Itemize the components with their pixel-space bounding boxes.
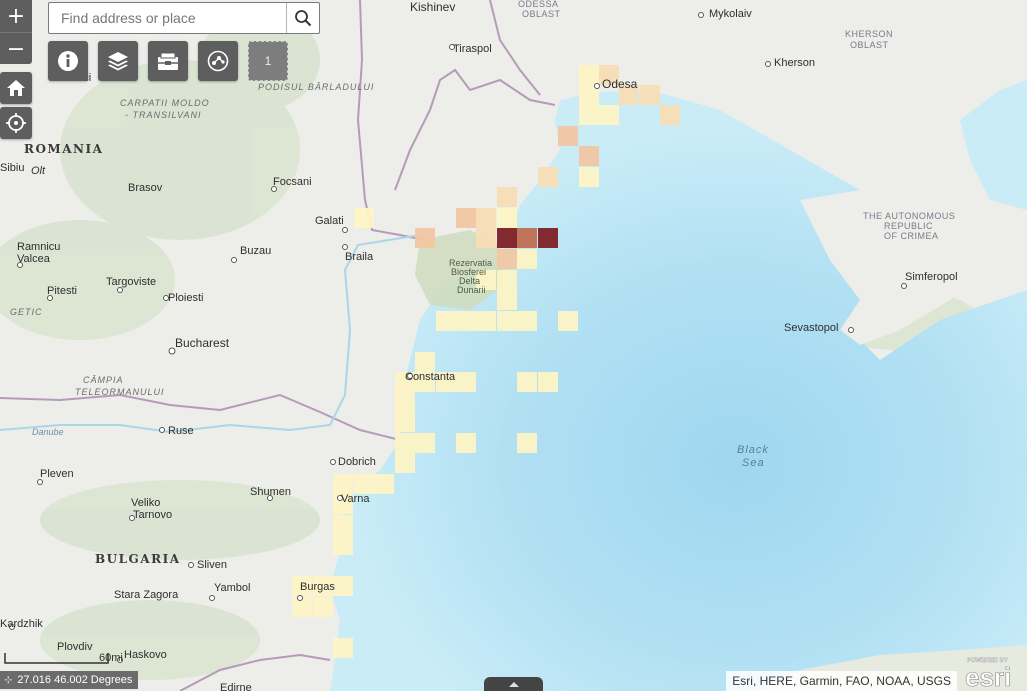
- label-river-danube: Danube: [32, 427, 64, 437]
- label-city: Olt: [31, 165, 46, 177]
- map-canvas[interactable]: ROMANIA BULGARIA CARPATII MOLDO - TRANSI…: [0, 0, 1027, 691]
- label-city: Ramnicu: [17, 241, 60, 253]
- label-city: Galati: [315, 215, 344, 227]
- label-city: Focsani: [273, 176, 312, 188]
- label-country-bulgaria: BULGARIA: [95, 552, 181, 566]
- label-city: Constanta: [405, 371, 456, 383]
- search-icon: [295, 10, 312, 27]
- label-city: Sevastopol: [784, 322, 838, 334]
- label-country-romania: ROMANIA: [24, 142, 103, 156]
- esri-logo[interactable]: POWERED BY esri: [963, 654, 1025, 692]
- label-city: Burgas: [300, 581, 335, 593]
- label-admin: REPUBLIC: [884, 221, 933, 231]
- label-city: Ruse: [168, 425, 194, 437]
- label-city: Pitesti: [47, 285, 77, 297]
- label-admin: OBLAST: [522, 9, 561, 19]
- label-city: Shumen: [250, 486, 291, 498]
- home-button[interactable]: [0, 72, 32, 104]
- label-region: CÂMPIA: [83, 375, 124, 385]
- label-region: PODISUL BÂRLADULUI: [258, 82, 374, 92]
- label-city: Tiraspol: [453, 43, 492, 55]
- label-city: Kherson: [774, 57, 815, 69]
- label-admin: OF CRIMEA: [884, 231, 939, 241]
- label-admin: KHERSON: [845, 29, 893, 39]
- label-admin: THE AUTONOMOUS: [863, 211, 955, 221]
- layers-icon: [108, 52, 128, 71]
- zoom-out-button[interactable]: −: [0, 32, 32, 65]
- label-city: Edirne: [220, 682, 252, 691]
- label-region: GETIC: [10, 307, 43, 317]
- label-city: Veliko: [131, 497, 160, 509]
- label-region: - TRANSILVANI: [125, 110, 202, 120]
- label-city: Sibiu: [0, 162, 24, 174]
- label-admin: OBLAST: [850, 40, 889, 50]
- label-city: Dobrich: [338, 456, 376, 468]
- label-city: Simferopol: [905, 271, 958, 283]
- scale-bar: 60mi: [4, 651, 124, 665]
- crosshair-icon: ⊹: [4, 674, 13, 686]
- search-button[interactable]: [286, 3, 319, 33]
- label-city: Varna: [341, 493, 370, 505]
- search-input[interactable]: [49, 3, 286, 33]
- label-city: Kardzhik: [0, 618, 43, 630]
- panel-toggle-handle[interactable]: [484, 677, 543, 691]
- label-city: Stara Zagora: [114, 589, 179, 601]
- label-region: TELEORMANULUI: [75, 387, 165, 397]
- label-city: Tarnovo: [133, 509, 172, 521]
- basemap-gallery-button[interactable]: [148, 41, 188, 81]
- measure-icon: [207, 50, 229, 72]
- heat-cell-max[interactable]: [538, 228, 558, 248]
- locate-icon: [6, 113, 26, 133]
- basemap-gallery-icon: [158, 52, 178, 70]
- info-icon: [58, 51, 78, 71]
- zoom-control: + −: [0, 0, 32, 64]
- label-city: Braila: [345, 251, 374, 263]
- label-admin: ODESSA: [518, 0, 559, 9]
- label-city: Mykolaiv: [709, 8, 752, 20]
- label-city: Sliven: [197, 559, 227, 571]
- label-city: Ploiesti: [168, 292, 203, 304]
- label-sea: Black: [737, 444, 769, 456]
- label-city: Yambol: [214, 582, 250, 594]
- locate-button[interactable]: [0, 107, 32, 139]
- feature-count-badge[interactable]: 1: [248, 41, 288, 81]
- label-reserve: Dunarii: [457, 285, 486, 295]
- label-sea: Sea: [742, 457, 765, 469]
- label-city: Bucharest: [175, 336, 230, 350]
- attribution-text[interactable]: Esri, HERE, Garmin, FAO, NOAA, USGS: [726, 671, 957, 691]
- label-city: Haskovo: [124, 649, 167, 661]
- label-city: Valcea: [17, 253, 51, 265]
- heat-cell-high[interactable]: [517, 228, 537, 248]
- label-region: CARPATII MOLDO: [120, 98, 210, 108]
- search-widget: [48, 2, 320, 34]
- chevron-up-icon: [508, 681, 519, 687]
- layers-button[interactable]: [98, 41, 138, 81]
- scale-label: 60mi: [99, 652, 123, 664]
- logo-brand: esri: [965, 662, 1011, 690]
- coordinates-text: 27.016 46.002 Degrees: [17, 674, 133, 686]
- label-city: Kishinev: [410, 0, 455, 14]
- home-icon: [7, 80, 25, 96]
- label-city: Targoviste: [106, 276, 156, 288]
- label-city: Brasov: [128, 182, 163, 194]
- coordinates-readout[interactable]: ⊹ 27.016 46.002 Degrees: [0, 671, 139, 689]
- label-city: Odesa: [602, 77, 638, 91]
- label-city: Buzau: [240, 245, 271, 257]
- zoom-in-button[interactable]: +: [0, 0, 32, 32]
- label-city: Pleven: [40, 468, 74, 480]
- heat-cell-max[interactable]: [497, 228, 517, 248]
- info-button[interactable]: [48, 41, 88, 81]
- measure-button[interactable]: [198, 41, 238, 81]
